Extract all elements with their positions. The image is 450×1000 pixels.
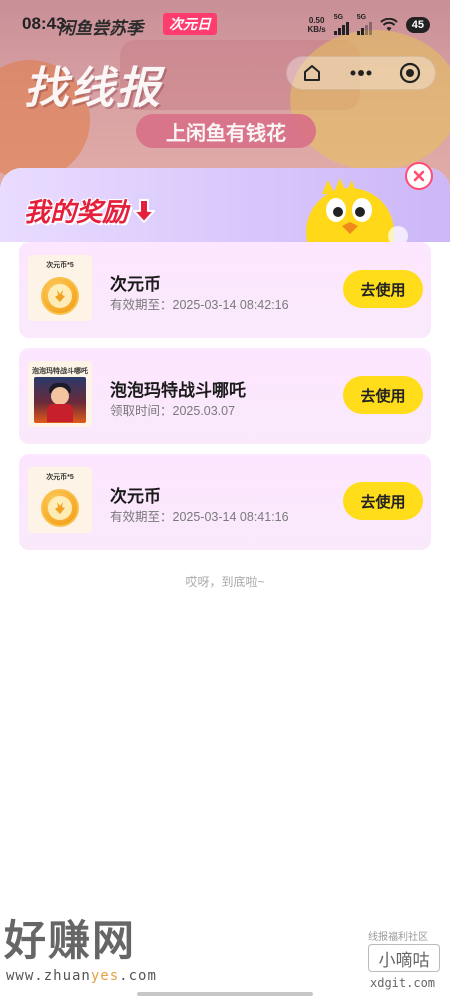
arrow-down-icon (133, 198, 156, 223)
watermark-url: xdgit.com (370, 976, 436, 990)
signal-label: 5G (356, 14, 367, 21)
sheet-title: 我的奖励 (24, 192, 156, 229)
banner-decoration (290, 30, 450, 170)
banner-subtitle: 上闲鱼有钱花 (136, 114, 316, 148)
reward-expiry: 有效期至：2025-03-14 08:42:16 (110, 298, 289, 312)
home-button[interactable] (294, 58, 330, 88)
exit-button[interactable] (392, 58, 428, 88)
target-icon (400, 62, 421, 84)
thumbnail-label: 次元币*5 (46, 262, 74, 269)
reward-thumbnail: 次元币*5 (28, 255, 92, 321)
mini-program-capsule (286, 56, 436, 90)
signal-icon: 5G (356, 14, 372, 35)
reward-name: 次元币 (110, 487, 161, 506)
reward-name: 次元币 (110, 275, 161, 294)
signal-label: 5G (333, 14, 344, 21)
watermark-logo: 小嘀咕 (368, 944, 440, 972)
coin-icon (41, 489, 79, 527)
thumbnail-label: 次元币*5 (46, 474, 74, 481)
battery-indicator: 45 (405, 16, 430, 33)
reward-card: 泡泡玛特战斗哪吒 泡泡玛特战斗哪吒 领取时间：2025.03.07 去使用 (19, 348, 431, 444)
rewards-sheet: 我的奖励 次元币*5 次元币 有效期至：2025-03-14 08:42:16 … (0, 168, 450, 1000)
sheet-header: 我的奖励 (0, 168, 450, 256)
wifi-icon (380, 17, 398, 31)
watermark-caption: 线报福利社区 (368, 932, 428, 943)
signal-icon: 5G (333, 14, 349, 35)
list-end-text: 哎呀，到底啦~ (185, 575, 265, 589)
coin-icon (41, 277, 79, 315)
banner-title: 找线报 (24, 64, 162, 113)
reward-thumbnail: 次元币*5 (28, 467, 92, 533)
reward-card: 次元币*5 次元币 有效期至：2025-03-14 08:41:16 去使用 (19, 454, 431, 550)
use-button[interactable]: 去使用 (343, 270, 423, 308)
status-icons: 0.50 KB/s 5G 5G 45 (308, 14, 430, 35)
toy-figure-image (34, 377, 86, 423)
sheet-title-text: 我的奖励 (24, 197, 129, 227)
watermark-url: www.zhuanyes.com (6, 968, 157, 984)
reward-claim-time: 领取时间：2025.03.07 (110, 404, 236, 418)
home-indicator[interactable] (137, 992, 313, 996)
use-button[interactable]: 去使用 (343, 376, 423, 414)
thumbnail-label: 泡泡玛特战斗哪吒 (32, 368, 88, 375)
home-icon (303, 65, 320, 81)
reward-name: 泡泡玛特战斗哪吒 (110, 381, 246, 400)
more-icon (350, 70, 372, 76)
reward-thumbnail: 泡泡玛特战斗哪吒 (28, 361, 92, 427)
close-button[interactable] (405, 162, 433, 190)
watermark-logo: 好赚网 (4, 917, 137, 964)
use-button[interactable]: 去使用 (343, 482, 423, 520)
more-button[interactable] (343, 58, 379, 88)
reward-card: 次元币*5 次元币 有效期至：2025-03-14 08:42:16 去使用 (19, 242, 431, 338)
reward-expiry: 有效期至：2025-03-14 08:41:16 (110, 510, 289, 524)
banner-badge: 次元日 (163, 13, 217, 35)
close-icon (413, 170, 425, 182)
network-speed: 0.50 KB/s (307, 15, 326, 34)
banner-heading: 闲鱼尝苏季 (58, 19, 143, 38)
